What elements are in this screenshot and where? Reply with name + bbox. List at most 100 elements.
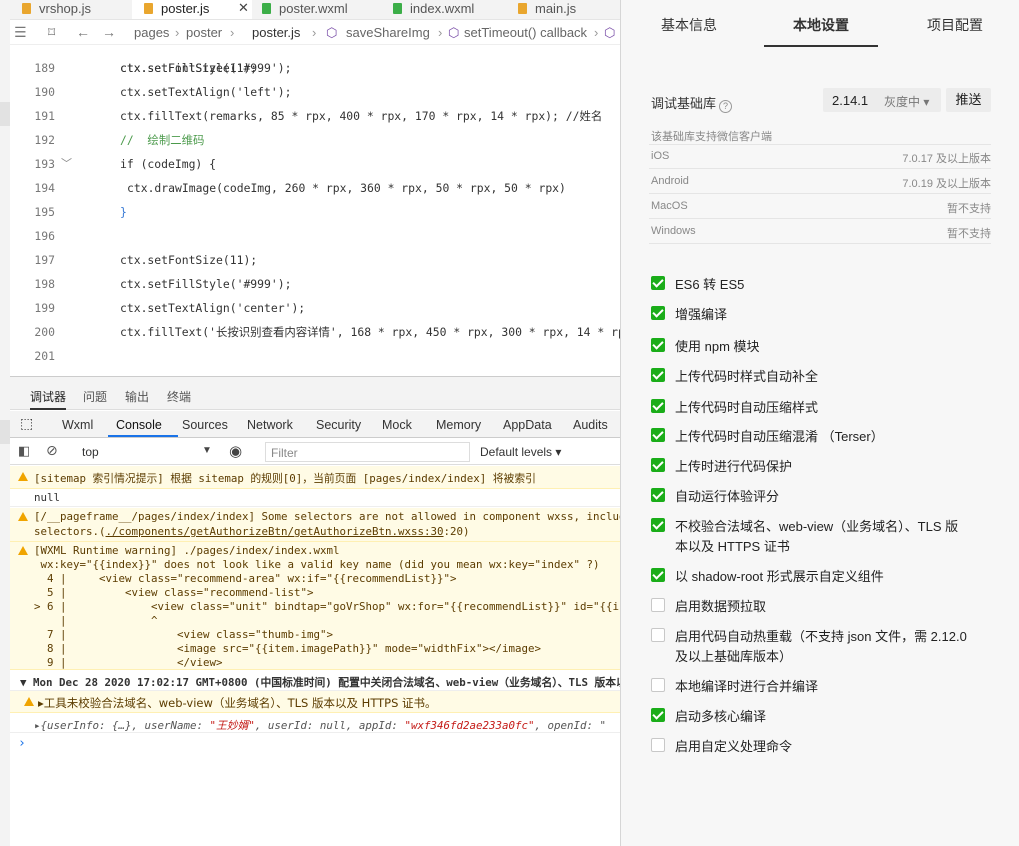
sidebar-toggle-icon[interactable]: ◧ <box>18 443 30 459</box>
source-link[interactable]: ./components/getAuthorizeBtn/getAuthoriz… <box>106 525 444 538</box>
help-icon[interactable]: ? <box>719 100 733 113</box>
bookmark-icon[interactable]: ⌑ <box>48 24 55 41</box>
breadcrumb-separator: › <box>312 25 317 40</box>
tab-terminal[interactable]: 终端 <box>167 388 191 405</box>
panel-tab-wxml[interactable]: Wxml <box>62 418 93 432</box>
divider <box>649 168 991 169</box>
panel-tab-security[interactable]: Security <box>316 418 361 432</box>
method-icon: ⬡ <box>326 25 338 40</box>
checkbox[interactable] <box>651 568 665 582</box>
breadcrumb-item[interactable]: poster <box>186 25 222 40</box>
breadcrumb-bar: ☰ ⌑ ← → pages › poster › poster.js › ⬡ s… <box>10 21 620 45</box>
tab-main-js[interactable]: main.js <box>518 0 576 19</box>
code-line: 192// 绘制二维码 <box>34 133 205 147</box>
panel-tab-network[interactable]: Network <box>247 418 293 432</box>
breadcrumb-item[interactable]: poster.js <box>252 25 300 40</box>
log-levels-select[interactable]: Default levels ▾ <box>480 445 561 459</box>
checkbox[interactable] <box>651 399 665 413</box>
library-version: 2.14.1 <box>832 93 869 108</box>
checkbox[interactable] <box>651 306 665 320</box>
push-button[interactable]: 推送 <box>946 88 991 112</box>
code-line: 195} <box>34 205 127 219</box>
code-editor[interactable]: ctx.setFontSize(11); 189 ctx.setFillStyle… <box>10 46 620 374</box>
list-icon[interactable]: ☰ <box>14 24 27 41</box>
tab-index-wxml[interactable]: index.wxml <box>393 0 474 19</box>
tab-output[interactable]: 输出 <box>125 388 149 405</box>
js-file-icon <box>144 3 153 14</box>
console-object[interactable]: ▸{userInfo: {…}, userName: "王妙婿", userId… <box>10 713 620 733</box>
context-dropdown-icon[interactable]: ▼ <box>202 445 212 456</box>
checkbox[interactable] <box>651 428 665 442</box>
context-select[interactable]: top <box>82 445 99 459</box>
checkbox[interactable] <box>651 708 665 722</box>
warning-detail: selectors.(./components/getAuthorizeBtn/… <box>34 525 470 538</box>
tab-poster-wxml[interactable]: poster.wxml <box>262 0 348 19</box>
eye-icon[interactable]: ◉ <box>229 442 242 460</box>
support-os: Windows <box>651 225 696 237</box>
panel-tab-appdata[interactable]: AppData <box>503 418 552 432</box>
tab-vrshop-js[interactable]: vrshop.js <box>22 0 91 19</box>
checkbox[interactable] <box>651 738 665 752</box>
debug-tab-bar: 调试器 问题 输出 终端 <box>10 377 620 410</box>
tab-poster-js[interactable]: poster.js ✕ <box>132 0 252 19</box>
divider <box>649 193 991 194</box>
side-strip-marker <box>0 420 10 444</box>
panel-tab-memory[interactable]: Memory <box>436 418 481 432</box>
warning-icon <box>18 546 28 555</box>
console-warning: [sitemap 索引情况提示] 根据 sitemap 的规则[0]，当前页面 … <box>10 466 620 489</box>
editor-pane: vrshop.js poster.js ✕ poster.wxml index.… <box>0 0 620 846</box>
option-hot-reload[interactable]: 启用代码自动热重载（不支持 json 文件，需 2.12.0 及以上基础库版本） <box>651 627 991 667</box>
support-title: 该基础库支持微信客户端 <box>651 131 772 143</box>
file-tab-bar: vrshop.js poster.js ✕ poster.wxml index.… <box>10 0 620 20</box>
checkbox[interactable] <box>651 368 665 382</box>
checkbox[interactable] <box>651 458 665 472</box>
code-line: 194 ctx.drawImage(codeImg, 260 * rpx, 360… <box>34 181 566 195</box>
wxml-file-icon <box>262 3 271 14</box>
object-preview: ▸{userInfo: {…}, userName: "王妙婿", userId… <box>34 719 606 732</box>
console-log: null <box>10 489 620 507</box>
breadcrumb-item[interactable]: saveShareImg <box>346 25 430 40</box>
tab-project-config[interactable]: 项目配置 <box>927 15 983 35</box>
option-skip-domain-check[interactable]: 不校验合法域名、web-view（业务域名）、TLS 版本以及 HTTPS 证书 <box>651 517 991 557</box>
divider <box>649 144 991 145</box>
gray-release-dropdown[interactable]: 灰度中 ▾ <box>884 93 929 110</box>
checkbox[interactable] <box>651 276 665 290</box>
console-prompt[interactable]: › <box>10 734 620 754</box>
panel-tab-audits[interactable]: Audits <box>573 418 608 432</box>
console-filter-input[interactable]: Filter <box>265 442 470 462</box>
panel-tab-sources[interactable]: Sources <box>182 418 228 432</box>
base-library-label: 调试基础库? <box>651 93 733 113</box>
support-os: iOS <box>651 150 670 162</box>
breadcrumb-separator: › <box>438 25 443 40</box>
console-warning: [WXML Runtime warning] ./pages/index/ind… <box>10 542 620 670</box>
wxml-file-icon <box>393 3 402 14</box>
wechat-devtools-window: vrshop.js poster.js ✕ poster.wxml index.… <box>0 0 1019 846</box>
fold-chevron-icon[interactable]: ﹀ <box>61 152 72 176</box>
js-file-icon <box>22 3 31 14</box>
tab-problems[interactable]: 问题 <box>83 388 107 405</box>
panel-tab-console[interactable]: Console <box>116 418 162 432</box>
method-icon: ⬡ <box>604 25 616 40</box>
checkbox[interactable] <box>651 598 665 612</box>
checkbox[interactable] <box>651 338 665 352</box>
console-group[interactable]: ▼ Mon Dec 28 2020 17:02:17 GMT+0800 (中国标… <box>10 671 620 691</box>
console-warning: ▸工具未校验合法域名、web-view（业务域名）、TLS 版本以及 HTTPS… <box>10 691 620 713</box>
breadcrumb-item[interactable]: setTimeout() callback <box>464 25 587 40</box>
panel-tab-mock[interactable]: Mock <box>382 418 412 432</box>
checkbox[interactable] <box>651 628 665 642</box>
clear-console-icon[interactable]: ⊘ <box>46 442 58 459</box>
breadcrumb-item[interactable]: pages <box>134 25 169 40</box>
tab-basic-info[interactable]: 基本信息 <box>661 15 717 35</box>
base-library-select[interactable]: 2.14.1 灰度中 ▾ <box>823 88 941 112</box>
divider <box>649 218 991 219</box>
checkbox[interactable] <box>651 488 665 502</box>
tab-local-settings[interactable]: 本地设置 <box>793 15 849 35</box>
checkbox[interactable] <box>651 678 665 692</box>
close-tab-icon[interactable]: ✕ <box>238 0 249 17</box>
inspect-element-icon[interactable]: ⬚ <box>20 415 33 432</box>
tab-debugger[interactable]: 调试器 <box>30 388 67 410</box>
support-version: 7.0.19 及以上版本 <box>902 178 991 190</box>
back-arrow-icon[interactable]: ← <box>76 24 90 40</box>
checkbox[interactable] <box>651 518 665 532</box>
forward-arrow-icon[interactable]: → <box>102 24 116 40</box>
